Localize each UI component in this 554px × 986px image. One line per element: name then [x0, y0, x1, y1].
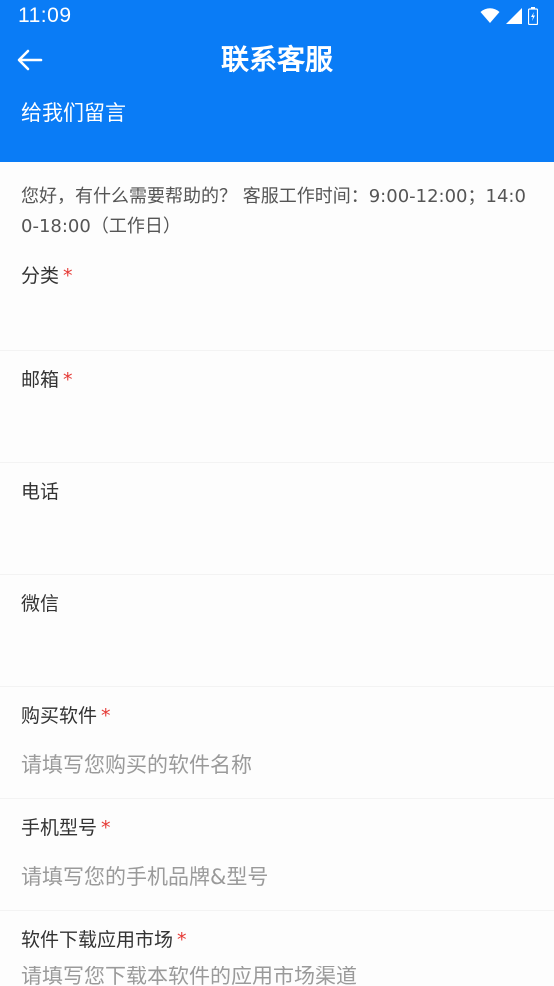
- wechat-input[interactable]: [0, 628, 554, 678]
- signal-icon: [506, 8, 522, 24]
- download-market-input[interactable]: [0, 966, 554, 986]
- required-mark: *: [63, 265, 73, 287]
- status-bar: 11:09: [0, 0, 554, 34]
- page-subtitle: 给我们留言: [21, 101, 126, 125]
- phone-model-input[interactable]: [0, 852, 554, 902]
- page-title: 联系客服: [220, 43, 333, 76]
- field-label: 电话: [21, 481, 60, 503]
- divider: [0, 798, 554, 799]
- divider: [0, 462, 554, 463]
- phone-input[interactable]: [0, 516, 554, 566]
- wifi-icon: [480, 8, 500, 23]
- field-label: 软件下载应用市场 *: [21, 929, 187, 951]
- field-label: 邮箱 *: [21, 369, 73, 391]
- required-mark: *: [63, 369, 73, 391]
- field-label: 微信: [21, 593, 60, 615]
- battery-icon: [528, 7, 538, 25]
- divider: [0, 686, 554, 687]
- status-icons: [480, 7, 538, 25]
- field-label: 分类 *: [21, 265, 73, 287]
- status-time: 11:09: [18, 4, 72, 27]
- divider: [0, 574, 554, 575]
- app-header: 11:09 联系客服 给我们留言: [0, 0, 554, 162]
- category-input[interactable]: [0, 300, 554, 350]
- required-mark: *: [101, 817, 111, 839]
- email-input[interactable]: [0, 404, 554, 454]
- required-mark: *: [101, 705, 111, 727]
- divider: [0, 350, 554, 351]
- software-name-input[interactable]: [0, 740, 554, 790]
- divider: [0, 910, 554, 911]
- field-label: 购买软件 *: [21, 705, 111, 727]
- field-label: 手机型号 *: [21, 817, 111, 839]
- feedback-form: 您好，有什么需要帮助的？ 客服工作时间：9:00-12:00；14:00-18:…: [0, 162, 554, 986]
- required-mark: *: [177, 929, 187, 951]
- service-hours-notice: 您好，有什么需要帮助的？ 客服工作时间：9:00-12:00；14:00-18:…: [21, 186, 526, 237]
